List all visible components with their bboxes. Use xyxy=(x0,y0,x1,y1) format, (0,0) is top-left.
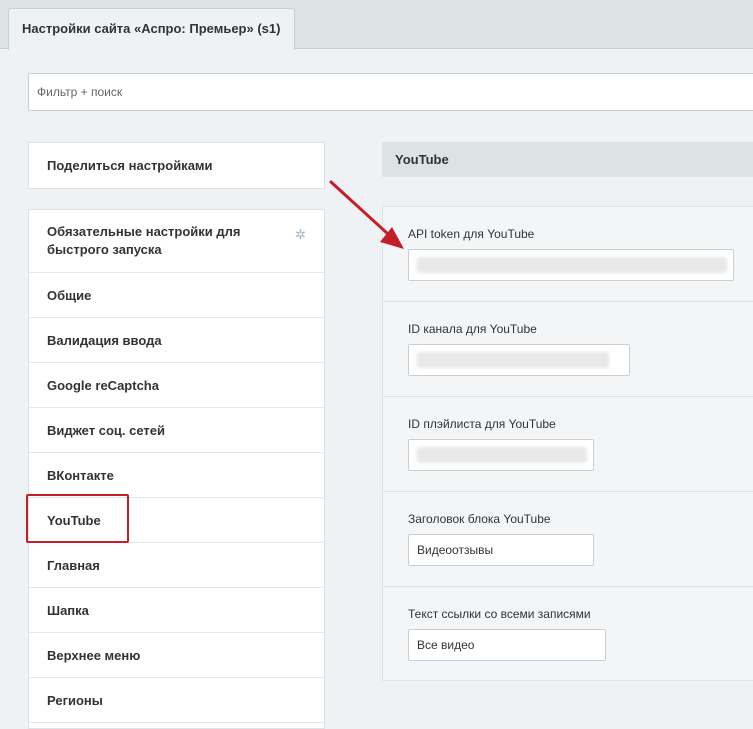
sidebar-item-main[interactable]: Главная xyxy=(29,543,324,588)
share-settings-button[interactable]: Поделиться настройками xyxy=(28,142,325,189)
sidebar-item-regions[interactable]: Регионы xyxy=(29,678,324,723)
sidebar-item-label: Обязательные настройки для быстрого запу… xyxy=(47,224,241,257)
sidebar-item-social-widget[interactable]: Виджет соц. сетей xyxy=(29,408,324,453)
youtube-settings-panel: API token для YouTube ID канала для YouT… xyxy=(382,206,753,681)
sidebar-item-label: Виджет соц. сетей xyxy=(47,422,165,438)
field-label: ID плэйлиста для YouTube xyxy=(408,417,556,431)
field-label: Заголовок блока YouTube xyxy=(408,512,551,526)
section-title: YouTube xyxy=(382,142,753,177)
sidebar-item-input-validation[interactable]: Валидация ввода xyxy=(29,318,324,363)
redacted-value xyxy=(417,257,727,273)
tab-site-settings[interactable]: Настройки сайта «Аспро: Премьер» (s1) xyxy=(8,8,295,50)
sidebar-item-label: Регионы xyxy=(47,692,103,708)
sidebar-item-label: Главная xyxy=(47,557,100,573)
redacted-value xyxy=(417,352,609,368)
sidebar-item-header[interactable]: Шапка xyxy=(29,588,324,633)
sidebar-item-vkontakte[interactable]: ВКонтакте xyxy=(29,453,324,498)
field-label: Текст ссылки со всеми записями xyxy=(408,607,591,621)
field-playlist-id: ID плэйлиста для YouTube xyxy=(383,397,753,492)
redacted-value xyxy=(417,447,587,463)
field-label: ID канала для YouTube xyxy=(408,322,537,336)
sidebar-item-top-menu[interactable]: Верхнее меню xyxy=(29,633,324,678)
sidebar-item-label: Валидация ввода xyxy=(47,332,162,348)
sidebar-item-label: Верхнее меню xyxy=(47,647,141,663)
all-link-text-input[interactable]: Все видео xyxy=(408,629,606,661)
channel-id-input[interactable] xyxy=(408,344,630,376)
block-title-input[interactable]: Видеоотзывы xyxy=(408,534,594,566)
playlist-id-input[interactable] xyxy=(408,439,594,471)
field-all-link-text: Текст ссылки со всеми записями Все видео xyxy=(383,587,753,682)
filter-search-input[interactable] xyxy=(29,74,753,110)
sidebar-item-general[interactable]: Общие xyxy=(29,273,324,318)
api-token-input[interactable] xyxy=(408,249,734,281)
sidebar-item-label: ВКонтакте xyxy=(47,467,114,483)
sidebar-item-label: Google reCaptcha xyxy=(47,377,159,393)
sidebar-item-required-settings[interactable]: Обязательные настройки для быстрого запу… xyxy=(29,210,324,273)
sidebar-item-label: Шапка xyxy=(47,602,89,618)
sidebar-item-label: Общие xyxy=(47,287,92,303)
field-api-token: API token для YouTube xyxy=(383,207,753,302)
sidebar-item-label: YouTube xyxy=(47,512,101,528)
filter-search-box[interactable] xyxy=(28,73,753,111)
field-label: API token для YouTube xyxy=(408,227,535,241)
star-icon: ✲ xyxy=(295,227,306,242)
sidebar-item-recaptcha[interactable]: Google reCaptcha xyxy=(29,363,324,408)
settings-sidebar-menu: Обязательные настройки для быстрого запу… xyxy=(28,209,325,729)
sidebar-item-youtube[interactable]: YouTube xyxy=(29,498,324,543)
tab-bar: Настройки сайта «Аспро: Премьер» (s1) xyxy=(0,0,753,50)
field-block-title: Заголовок блока YouTube Видеоотзывы xyxy=(383,492,753,587)
field-channel-id: ID канала для YouTube xyxy=(383,302,753,397)
